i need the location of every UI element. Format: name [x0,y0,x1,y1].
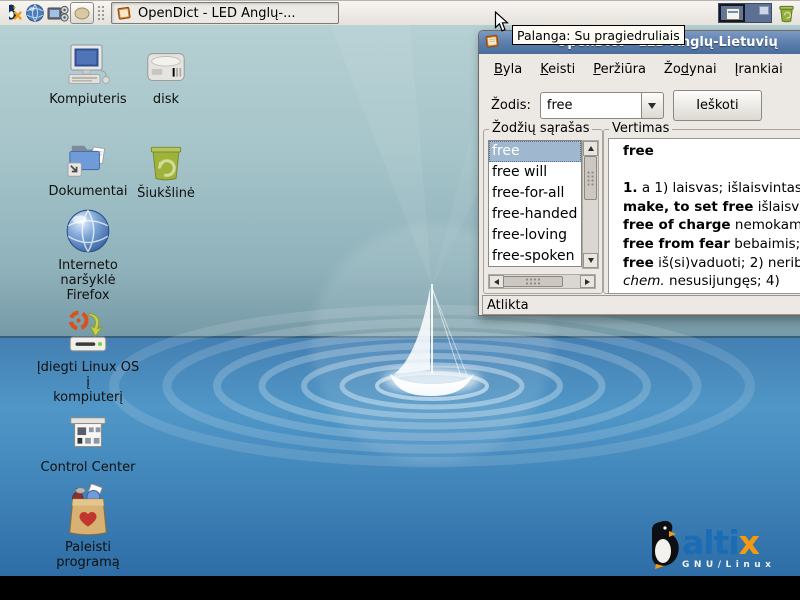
horizontal-scrollbar[interactable] [488,274,596,289]
desktop-icon-label: Interneto naršyklė Firefox [33,258,143,303]
opendict-book-icon [116,5,132,21]
control-center-icon [65,414,111,458]
translation-line: chem. nesusijungęs; 4) [623,272,800,291]
workspace-1[interactable] [719,4,745,22]
menu-pagalba[interactable]: Pagalba [792,58,800,81]
workspace-2[interactable] [745,4,771,22]
media-player-icon[interactable] [47,3,69,23]
trash-applet-icon[interactable] [777,3,796,23]
translation-line [623,161,800,180]
menu-įrankiai[interactable]: Įrankiai [726,58,792,81]
word-list-item[interactable]: free-loving [489,225,581,246]
tooltip-text: Palanga: Su pragiedruliais [517,28,680,43]
word-label: Žodis: [491,98,531,113]
vertical-scrollbar[interactable] [582,140,599,269]
documents-folder-icon [65,140,111,182]
desktop-icon-label: Paleisti programą [33,540,143,570]
weather-tooltip: Palanga: Su pragiedruliais [512,25,685,45]
web-globe-icon[interactable] [25,3,45,23]
word-list-item[interactable]: free-spoken [489,246,581,267]
desktop-icon-run-program[interactable]: Paleisti programą [33,484,143,570]
word-list-frame: Žodžių sąrašas freefree willfree-for-all… [483,129,603,294]
opendict-window: OpenDict - LED Anglų-Lietuvių BylaKeisti… [478,30,800,316]
translation-line: 1. a 1) laisvas; išlaisvintas; t [623,179,800,198]
word-list-item[interactable]: free will [489,162,581,183]
workspace-switcher[interactable] [718,3,772,23]
desktop-icon-trash[interactable]: Šiukšlinė [124,140,208,201]
search-row: Žodis: free Ieškoti [479,87,800,123]
scroll-left-button[interactable] [489,275,504,288]
mini-window-icon [726,8,740,20]
baltix-icon[interactable] [3,3,23,23]
word-input[interactable]: free [540,92,641,119]
translation-frame: Vertimas free 1. a 1) laisvas; išlaisvin… [603,129,800,294]
scroll-up-button[interactable] [583,141,598,156]
install-os-icon [63,308,113,358]
menu-byla[interactable]: Byla [485,58,531,81]
globe-browser-icon [63,206,113,256]
grip-dots [586,171,595,186]
show-desktop-button[interactable] [70,2,94,24]
baltix-subtitle: GNU/Linux [682,560,775,570]
task-button-label: OpenDict - LED Anglų-... [138,6,295,21]
computer-icon [64,42,112,90]
tasklist-handle[interactable] [96,4,104,22]
scroll-down-button[interactable] [583,253,598,268]
desktop-icon-disk[interactable]: disk [124,46,208,107]
status-bar: Atlikta [482,295,800,315]
desktop-icon-label: Įdiegti Linux OS į kompiuterį [33,360,143,405]
desktop-icon-label: Dokumentai [49,184,128,199]
translation-line: free from fear bebaimis; t [623,235,800,254]
word-list-item[interactable]: free [489,141,581,162]
triangle-up-icon [588,143,594,151]
screen: { "top_panel": { "menus": ["Programos", … [0,0,800,600]
window-menubar: BylaKeistiPeržiūraŽodynaiĮrankiaiPagalba [479,54,800,85]
search-button-label: Ieškoti [696,98,738,113]
triangle-down-icon [588,258,594,266]
desktop-icon-label: Control Center [41,460,136,475]
search-button[interactable]: Ieškoti [673,90,762,121]
translation-line: free of charge nemokama [623,216,800,235]
taskbar: OpenDict - LED Anglų-... [0,0,800,25]
task-button-opendict[interactable]: OpenDict - LED Anglų-... [111,2,339,24]
baltix-brand-text: altix [682,528,775,558]
word-list-item[interactable]: free-handed [489,204,581,225]
desktop-icon-label: disk [153,92,179,107]
menu-keisti[interactable]: Keisti [531,58,584,81]
menu-peržiūra[interactable]: Peržiūra [584,58,655,81]
word-combobox[interactable]: free [540,92,664,119]
triangle-right-icon [585,279,593,285]
desktop-icon-label: Kompiuteris [49,92,126,107]
word-list-legend: Žodžių sąrašas [489,121,592,136]
desktop-icon-documents[interactable]: Dokumentai [46,140,130,199]
run-program-bag-icon [62,484,114,538]
status-text: Atlikta [487,298,529,313]
recycle-bin-icon [144,140,188,184]
chevron-down-icon [648,103,656,113]
desktop-icon-firefox[interactable]: Interneto naršyklė Firefox [33,206,143,303]
desktop-icon-computer[interactable]: Kompiuteris [46,42,130,107]
grip-dots [525,277,541,286]
triangle-left-icon [491,279,499,285]
scroll-right-button[interactable] [580,275,595,288]
desktop-icon-install-linux[interactable]: Įdiegti Linux OS į kompiuterį [33,308,143,405]
disk-icon [143,46,189,90]
mini-window-icon [759,6,769,15]
translation-legend: Vertimas [609,121,672,136]
translation-line: free [623,142,800,161]
translation-pane: free 1. a 1) laisvas; išlaisvintas; tmak… [608,138,800,294]
translation-line: free iš(si)vaduoti; 2) neribo [623,254,800,273]
desktop-icon-control-center[interactable]: Control Center [40,414,136,475]
word-list-item[interactable]: free-for-all [489,183,581,204]
show-desktop-icon [74,7,90,20]
word-list[interactable]: freefree willfree-for-allfree-handedfree… [488,140,582,267]
combo-dropdown-button[interactable] [641,92,664,119]
translation-line: make, to set free išlaisvin [623,198,800,217]
scrollbar-thumb[interactable] [503,276,563,287]
scrollbar-thumb[interactable] [584,156,597,200]
baltix-logo: altix GNU/Linux [646,518,796,570]
desktop-icon-label: Šiukšlinė [137,186,195,201]
menu-žodynai[interactable]: Žodynai [655,58,726,81]
